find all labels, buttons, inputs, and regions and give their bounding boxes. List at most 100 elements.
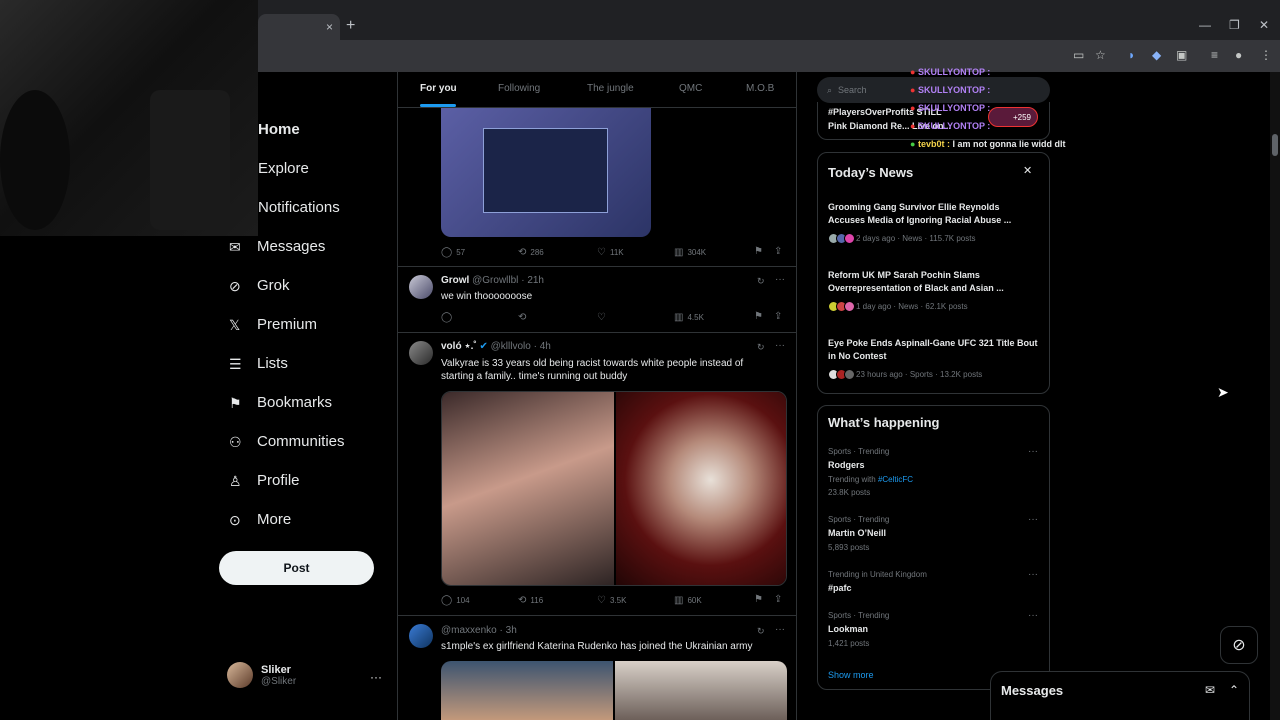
extensions-puzzle-icon[interactable]: ▣ bbox=[1176, 48, 1187, 62]
share-icon[interactable]: ⇪ bbox=[774, 311, 782, 322]
views-button[interactable]: ▥ 60K bbox=[674, 595, 702, 606]
repost-button[interactable]: ⟲ 116 bbox=[518, 595, 543, 606]
nav-more[interactable]: ⊙ More bbox=[229, 511, 291, 528]
star-icon[interactable]: ☆ bbox=[1095, 48, 1106, 62]
tweet-media[interactable] bbox=[441, 661, 787, 720]
tab-following[interactable]: Following bbox=[498, 83, 540, 94]
media-photo-rabbit bbox=[616, 392, 786, 585]
trend-name[interactable]: Martin O’Neill bbox=[828, 528, 886, 538]
trend-more-icon[interactable]: ··· bbox=[1028, 514, 1038, 525]
tweet-more-icon[interactable]: ··· bbox=[775, 340, 785, 351]
reply-icon[interactable]: ◯ bbox=[441, 312, 452, 323]
tab-qmc[interactable]: QMC bbox=[679, 83, 702, 94]
browser-menu-icon[interactable]: ⋮ bbox=[1260, 48, 1272, 62]
tweet-media[interactable] bbox=[441, 391, 787, 586]
close-window-icon[interactable]: ✕ bbox=[1259, 18, 1269, 32]
trend-hashtag-link[interactable]: #CelticFC bbox=[878, 475, 913, 484]
tweet-more-icon[interactable]: ··· bbox=[775, 624, 785, 635]
timeline[interactable]: For you Following The jungle QMC M.O.B ◯… bbox=[397, 72, 797, 720]
extension-shield-icon[interactable]: ◆ bbox=[1152, 48, 1161, 62]
news-headline[interactable]: Grooming Gang Survivor Ellie Reynolds Ac… bbox=[828, 201, 1038, 227]
nav-notifications[interactable]: Notifications bbox=[258, 199, 340, 216]
reply-icon: ◯ bbox=[441, 595, 453, 606]
tab-the-jungle[interactable]: The jungle bbox=[587, 83, 634, 94]
media-controls-icon[interactable]: ≡ bbox=[1211, 48, 1218, 62]
nav-explore[interactable]: Explore bbox=[258, 160, 309, 177]
tab-for-you[interactable]: For you bbox=[420, 83, 457, 94]
scrollbar-thumb[interactable] bbox=[1272, 134, 1278, 156]
bookmark-icon[interactable]: ⚑ bbox=[754, 246, 763, 257]
author-name[interactable]: Growl bbox=[441, 275, 469, 286]
nav-home[interactable]: Home bbox=[258, 121, 300, 138]
new-tab-icon[interactable]: + bbox=[346, 17, 355, 35]
trend-more-icon[interactable]: ··· bbox=[1028, 610, 1038, 621]
view-count: 60K bbox=[687, 596, 702, 605]
tab-close-icon[interactable]: × bbox=[326, 20, 333, 34]
nav-premium-label: Premium bbox=[257, 316, 318, 333]
like-button[interactable]: ♡ 11K bbox=[597, 247, 624, 258]
author-handle[interactable]: @Growllbl bbox=[472, 275, 518, 286]
address-bar[interactable] bbox=[258, 40, 1280, 72]
reply-button[interactable]: ◯ 104 bbox=[441, 595, 470, 606]
chat-badge: +259 bbox=[988, 107, 1038, 127]
post-button[interactable]: Post bbox=[219, 551, 374, 585]
views-button[interactable]: ▥ 4.5K bbox=[674, 312, 704, 323]
close-icon[interactable]: ✕ bbox=[1023, 164, 1032, 177]
grok-button[interactable]: ⊘ bbox=[1220, 626, 1258, 664]
tweet-media[interactable] bbox=[441, 108, 651, 237]
nav-grok[interactable]: ⊘ Grok bbox=[229, 277, 290, 294]
author-handle[interactable]: @maxxenko bbox=[441, 625, 497, 636]
show-more-link[interactable]: Show more bbox=[828, 670, 874, 680]
tweet-time[interactable]: 4h bbox=[540, 341, 551, 352]
install-icon[interactable]: ▭ bbox=[1073, 48, 1084, 62]
nav-premium[interactable]: 𝕏 Premium bbox=[229, 316, 317, 333]
nav-bookmarks[interactable]: ⚑ Bookmarks bbox=[229, 394, 332, 411]
reply-button[interactable]: ◯ 57 bbox=[441, 247, 465, 258]
like-button[interactable]: ♡ 3.5K bbox=[597, 595, 626, 606]
nav-communities[interactable]: ⚇ Communities bbox=[229, 433, 345, 450]
trend-name[interactable]: #pafc bbox=[828, 583, 852, 593]
grok-refresh-icon[interactable]: ↻ bbox=[757, 626, 765, 637]
tweet-time[interactable]: 3h bbox=[506, 625, 517, 636]
account-more-icon[interactable]: ··· bbox=[370, 670, 382, 684]
author-name[interactable]: voló ⋆.˚ bbox=[441, 341, 477, 352]
trend-name[interactable]: Lookman bbox=[828, 624, 868, 634]
trend-more-icon[interactable]: ··· bbox=[1028, 446, 1038, 457]
avatar[interactable] bbox=[409, 624, 433, 648]
bookmark-icon[interactable]: ⚑ bbox=[754, 594, 763, 605]
tab-mob[interactable]: M.O.B bbox=[746, 83, 774, 94]
account-switcher[interactable]: Sliker @Sliker bbox=[227, 662, 296, 688]
nav-messages[interactable]: ✉ Messages bbox=[229, 238, 325, 255]
news-headline[interactable]: Reform UK MP Sarah Pochin Slams Overrepr… bbox=[828, 269, 1038, 295]
nav-profile[interactable]: ♙ Profile bbox=[229, 472, 300, 489]
scrollbar[interactable] bbox=[1270, 72, 1280, 720]
repost-icon[interactable]: ⟲ bbox=[518, 312, 526, 323]
nav-lists[interactable]: ☰ Lists bbox=[229, 355, 288, 372]
browser-avatar-icon[interactable]: ● bbox=[1235, 48, 1242, 62]
expand-icon[interactable]: ⌃ bbox=[1229, 683, 1239, 697]
avatar[interactable] bbox=[409, 275, 433, 299]
heart-icon: ♡ bbox=[597, 247, 606, 258]
tweet-time[interactable]: 21h bbox=[527, 275, 544, 286]
share-icon[interactable]: ⇪ bbox=[774, 594, 782, 605]
heart-icon[interactable]: ♡ bbox=[597, 312, 606, 323]
grok-refresh-icon[interactable]: ↻ bbox=[757, 342, 765, 353]
share-icon[interactable]: ⇪ bbox=[774, 246, 782, 257]
avatar[interactable] bbox=[409, 341, 433, 365]
new-message-icon[interactable]: ✉ bbox=[1205, 683, 1215, 697]
restore-icon[interactable]: ❐ bbox=[1229, 18, 1240, 32]
trend-name[interactable]: Rodgers bbox=[828, 460, 865, 470]
views-button[interactable]: ▥ 304K bbox=[674, 247, 706, 258]
extension-audio-icon[interactable]: ◗ bbox=[1128, 48, 1135, 62]
messages-drawer[interactable]: Messages ✉ ⌃ bbox=[990, 671, 1250, 720]
minimize-icon[interactable]: — bbox=[1199, 18, 1211, 32]
grok-refresh-icon[interactable]: ↻ bbox=[757, 276, 765, 287]
news-headline[interactable]: Eye Poke Ends Aspinall-Gane UFC 321 Titl… bbox=[828, 337, 1038, 363]
bookmark-icon[interactable]: ⚑ bbox=[754, 311, 763, 322]
author-handle[interactable]: @klllvolo bbox=[491, 341, 531, 352]
repost-button[interactable]: ⟲ 286 bbox=[518, 247, 544, 258]
tweet-more-icon[interactable]: ··· bbox=[775, 274, 785, 285]
news-meta: 23 hours ago · Sports · 13.2K posts bbox=[828, 369, 982, 380]
trend-more-icon[interactable]: ··· bbox=[1028, 569, 1038, 580]
chat-line: ● tevb0t : I am not gonna lie widd dlt bbox=[910, 139, 1066, 149]
